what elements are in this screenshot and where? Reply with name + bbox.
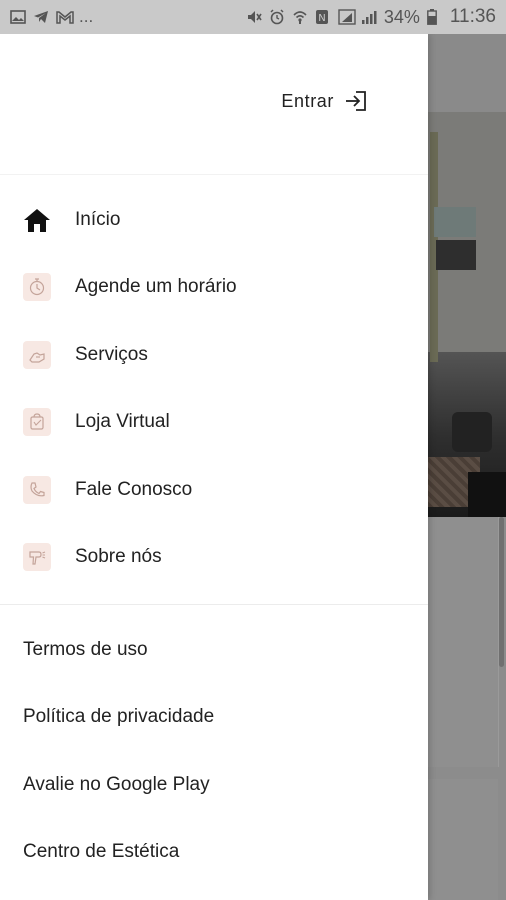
mute-icon — [246, 9, 262, 25]
photo-chair — [452, 412, 492, 452]
menu-item-label: Fale Conosco — [75, 478, 193, 500]
menu-item-label: Agende um horário — [75, 276, 237, 298]
login-label: Entrar — [281, 90, 334, 111]
hand-icon — [23, 340, 51, 369]
menu-item-label: Loja Virtual — [75, 411, 170, 433]
link-rate-google-play[interactable]: Avalie no Google Play — [0, 751, 428, 819]
navigation-drawer: Entrar Início Agende um horário Serviços… — [0, 34, 428, 900]
menu-item-loja[interactable]: Loja Virtual — [0, 389, 428, 457]
background-topbar — [428, 34, 506, 112]
phone-icon — [23, 475, 51, 504]
login-icon — [344, 90, 368, 112]
link-centro-estetica[interactable]: Centro de Estética — [0, 819, 428, 887]
photo-device — [436, 240, 476, 270]
photo-shadow — [468, 472, 506, 517]
menu-item-inicio[interactable]: Início — [0, 186, 428, 254]
status-right: N 34% 11:36 — [246, 6, 496, 28]
secondary-menu: Termos de uso Política de privacidade Av… — [0, 605, 428, 886]
nfc-icon: N — [315, 9, 331, 25]
svg-text:N: N — [318, 13, 325, 24]
image-icon — [10, 9, 26, 25]
background-app — [428, 34, 506, 900]
telegram-icon — [33, 9, 49, 25]
battery-icon — [426, 9, 443, 25]
login-button[interactable]: Entrar — [281, 90, 368, 112]
menu-item-label: Sobre nós — [75, 546, 162, 568]
wifi-icon — [292, 9, 308, 25]
background-card — [428, 517, 499, 767]
menu-item-fale[interactable]: Fale Conosco — [0, 456, 428, 524]
menu-item-sobre[interactable]: Sobre nós — [0, 524, 428, 592]
dryer-icon — [23, 543, 51, 572]
drawer-header: Entrar — [0, 34, 428, 175]
store-icon — [23, 408, 51, 437]
status-more: ... — [79, 7, 94, 26]
status-bar: ... N 34% 11:36 — [0, 0, 506, 34]
status-time: 11:36 — [449, 6, 496, 27]
link-terms[interactable]: Termos de uso — [0, 616, 428, 684]
status-left: ... — [10, 7, 93, 27]
menu-item-servicos[interactable]: Serviços — [0, 321, 428, 389]
background-photo — [428, 112, 506, 517]
menu-item-label: Início — [75, 208, 121, 230]
primary-menu: Início Agende um horário Serviços Loja V… — [0, 175, 428, 591]
signal-icon — [361, 9, 377, 25]
background-card — [428, 779, 498, 900]
background-scrollbar — [499, 517, 504, 667]
screen: ... N 34% 11:36 Entrar Início Agende um … — [0, 0, 506, 900]
alarm-icon — [269, 9, 285, 25]
timer-icon — [23, 273, 51, 302]
sim-icon — [338, 9, 356, 25]
link-privacy[interactable]: Política de privacidade — [0, 684, 428, 752]
photo-sign — [434, 207, 476, 237]
home-icon — [23, 206, 51, 234]
gmail-icon — [56, 9, 74, 25]
menu-item-label: Serviços — [75, 343, 148, 365]
battery-percent: 34% — [383, 6, 420, 27]
menu-item-agende[interactable]: Agende um horário — [0, 254, 428, 322]
